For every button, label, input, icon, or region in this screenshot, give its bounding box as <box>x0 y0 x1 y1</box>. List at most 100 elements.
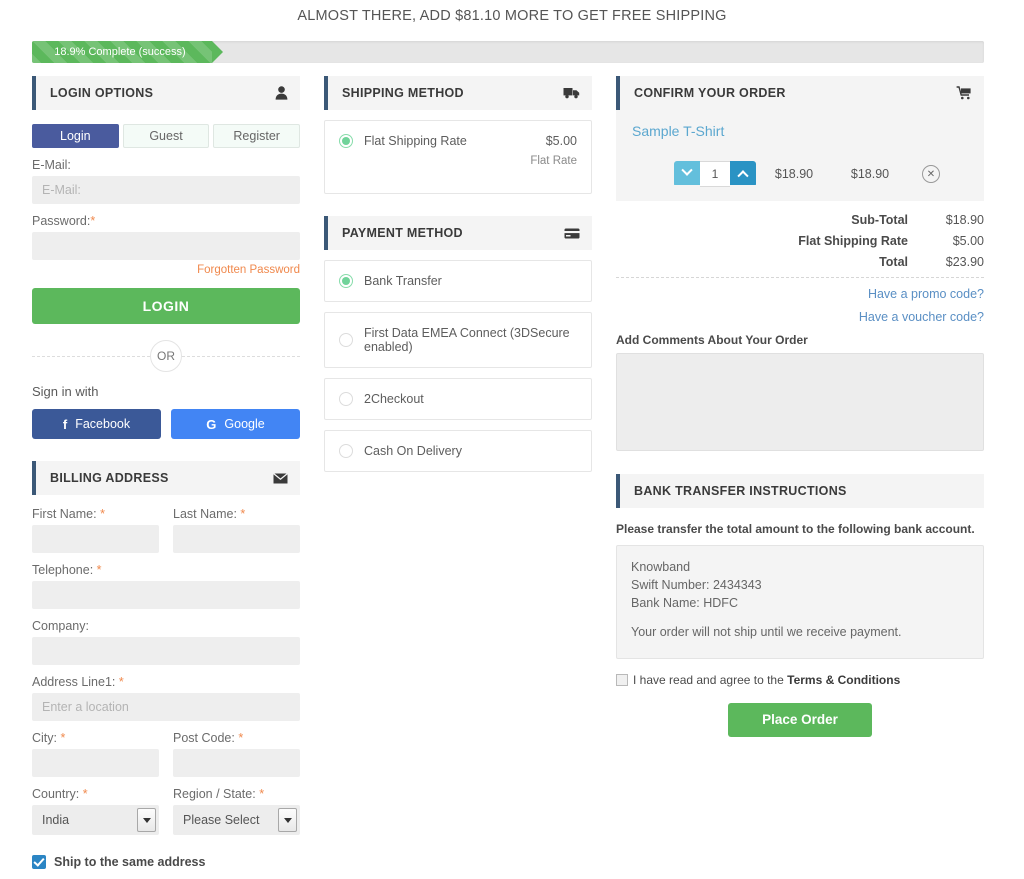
shipping-option-price: $5.00 <box>545 134 577 148</box>
promo-code-link[interactable]: Have a promo code? <box>616 287 984 301</box>
google-icon: G <box>206 416 217 432</box>
tab-guest[interactable]: Guest <box>122 124 210 148</box>
ship-same-address-checkbox[interactable] <box>32 855 46 869</box>
bank-transfer-note: Please transfer the total amount to the … <box>616 522 975 536</box>
login-options-title: LOGIN OPTIONS <box>50 86 154 100</box>
forgotten-password-link[interactable]: Forgotten Password <box>32 264 300 276</box>
progress-fill: 18.9% Complete (success) <box>32 41 223 63</box>
login-options-header: LOGIN OPTIONS <box>32 76 300 110</box>
tab-login[interactable]: Login <box>32 124 119 148</box>
telephone-input[interactable] <box>32 581 300 609</box>
user-icon <box>275 86 288 100</box>
payment-option-name: 2Checkout <box>364 392 424 406</box>
bank-swift-number: Swift Number: 2434343 <box>631 578 762 593</box>
terms-prefix: I have read and agree to the <box>633 672 788 687</box>
place-order-button[interactable]: Place Order <box>728 702 872 737</box>
password-input[interactable] <box>32 232 300 260</box>
envelope-icon <box>273 472 288 484</box>
last-name-label-text: Last Name: <box>173 507 237 521</box>
remove-product-button[interactable]: ✕ <box>922 165 940 183</box>
facebook-login-button[interactable]: f Facebook <box>32 409 161 439</box>
login-button[interactable]: LOGIN <box>32 288 300 324</box>
terms-conditions-link[interactable]: Terms & Conditions <box>787 673 900 687</box>
or-label: OR <box>150 340 182 372</box>
telephone-label-text: Telephone: <box>32 563 94 577</box>
quantity-decrease-button[interactable] <box>674 161 700 185</box>
payment-option-cash-on-delivery[interactable]: Cash On Delivery <box>324 430 592 472</box>
google-login-button[interactable]: G Google <box>171 409 300 439</box>
region-label: Region / State: * <box>173 787 300 801</box>
city-required-mark: * <box>60 731 66 745</box>
bank-account-details: Knowband Swift Number: 2434343 Bank Name… <box>616 545 984 659</box>
country-select-wrap: India <box>32 805 159 835</box>
order-comments-textarea[interactable] <box>616 353 984 451</box>
facebook-label: Facebook <box>75 417 131 431</box>
quantity-stepper: 1 <box>674 161 756 187</box>
chevron-down-icon <box>681 164 693 176</box>
bank-account-name: Knowband <box>631 560 691 574</box>
shipping-option-sub: Flat Rate <box>530 155 577 167</box>
subtotal-label: Sub-Total <box>851 213 908 227</box>
payment-radio-2checkout[interactable] <box>339 392 353 406</box>
postcode-group: Post Code: * <box>173 721 300 777</box>
country-required-mark: * <box>82 787 88 801</box>
company-label: Company: <box>32 619 89 633</box>
credit-card-icon <box>564 228 580 239</box>
shipping-total-label: Flat Shipping Rate <box>798 234 908 248</box>
order-product-card: Sample T-Shirt 1 $18.90 $18.90 ✕ <box>616 110 984 201</box>
totals-row-total: Total $23.90 <box>616 255 984 269</box>
product-unit-price: $18.90 <box>774 167 814 181</box>
tab-register[interactable]: Register <box>213 124 301 148</box>
country-select[interactable]: India <box>32 805 159 835</box>
totals-row-subtotal: Sub-Total $18.90 <box>616 213 984 227</box>
city-input[interactable] <box>32 749 159 777</box>
middle-column: SHIPPING METHOD Flat Shipping Rate $5.00… <box>324 76 592 472</box>
payment-option-2checkout[interactable]: 2Checkout <box>324 378 592 420</box>
shipping-option-line: Flat Shipping Rate $5.00 <box>339 134 577 148</box>
facebook-icon: f <box>62 416 68 432</box>
first-name-input[interactable] <box>32 525 159 553</box>
product-name-link[interactable]: Sample T-Shirt <box>632 123 724 139</box>
quantity-value[interactable]: 1 <box>700 161 730 187</box>
payment-radio-first-data[interactable] <box>339 333 353 347</box>
address1-label-text: Address Line1: <box>32 675 116 689</box>
payment-radio-cash-on-delivery[interactable] <box>339 444 353 458</box>
totals-row-shipping: Flat Shipping Rate $5.00 <box>616 234 984 248</box>
payment-method-header: PAYMENT METHOD <box>324 216 592 250</box>
address1-required-mark: * <box>118 675 124 689</box>
shipping-radio-flat-rate[interactable] <box>339 134 353 148</box>
voucher-code-link[interactable]: Have a voucher code? <box>616 310 984 324</box>
last-name-input[interactable] <box>173 525 300 553</box>
address1-input[interactable] <box>32 693 300 721</box>
last-name-group: Last Name: * <box>173 497 300 553</box>
login-tabs: Login Guest Register <box>32 124 301 148</box>
cart-icon <box>956 86 972 100</box>
chevron-up-icon <box>737 170 749 182</box>
ship-same-address-row[interactable]: Ship to the same address <box>32 855 300 869</box>
password-label: Password:* <box>32 214 300 228</box>
postcode-input[interactable] <box>173 749 300 777</box>
region-select-wrap: Please Select <box>173 805 300 835</box>
region-select[interactable]: Please Select <box>173 805 300 835</box>
terms-checkbox[interactable] <box>616 673 628 686</box>
payment-option-first-data[interactable]: First Data EMEA Connect (3DSecure enable… <box>324 312 592 368</box>
bank-box-spacer <box>631 612 969 623</box>
ship-same-address-label: Ship to the same address <box>54 855 206 869</box>
shipping-method-title: SHIPPING METHOD <box>342 86 464 100</box>
country-region-row: Country: * India Region / State: * Pleas… <box>32 777 300 835</box>
truck-icon <box>563 87 580 99</box>
shipping-total-value: $5.00 <box>952 234 984 248</box>
quantity-increase-button[interactable] <box>730 161 756 185</box>
region-group: Region / State: * Please Select <box>173 777 300 835</box>
shipping-option-name: Flat Shipping Rate <box>364 134 467 148</box>
payment-option-line: Cash On Delivery <box>339 444 577 458</box>
sign-in-with-label: Sign in with <box>32 384 99 399</box>
bank-transfer-header: BANK TRANSFER INSTRUCTIONS <box>616 474 984 508</box>
telephone-required-mark: * <box>96 563 102 577</box>
payment-radio-bank-transfer[interactable] <box>339 274 353 288</box>
email-input[interactable] <box>32 176 300 204</box>
confirm-order-header: CONFIRM YOUR ORDER <box>616 76 984 110</box>
payment-option-bank-transfer[interactable]: Bank Transfer <box>324 260 592 302</box>
shipping-option-flat-rate[interactable]: Flat Shipping Rate $5.00 Flat Rate <box>324 120 592 194</box>
company-input[interactable] <box>32 637 300 665</box>
